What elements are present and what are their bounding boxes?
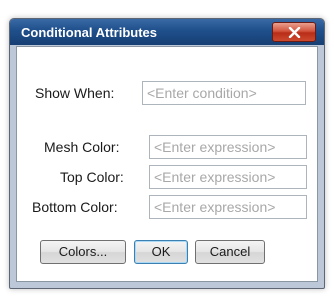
bottom-color-input[interactable]: <Enter expression> [149,195,307,219]
top-color-input[interactable]: <Enter expression> [149,165,307,189]
ok-button[interactable]: OK [134,240,188,264]
dialog-title: Conditional Attributes [21,25,158,40]
conditional-attributes-dialog: Conditional Attributes Show When: <Enter… [9,18,325,289]
show-when-input[interactable]: <Enter condition> [142,81,306,105]
cancel-button[interactable]: Cancel [195,240,265,264]
close-button[interactable] [272,22,316,42]
close-icon [288,27,301,38]
show-when-label: Show When: [35,85,115,101]
colors-button[interactable]: Colors... [40,240,126,264]
bottom-color-label: Bottom Color: [32,199,118,215]
dialog-body: Show When: <Enter condition> Mesh Color:… [16,46,318,282]
mesh-color-input[interactable]: <Enter expression> [149,135,307,159]
mesh-color-label: Mesh Color: [44,139,120,155]
top-color-label: Top Color: [60,169,124,185]
title-bar[interactable]: Conditional Attributes [10,19,324,45]
